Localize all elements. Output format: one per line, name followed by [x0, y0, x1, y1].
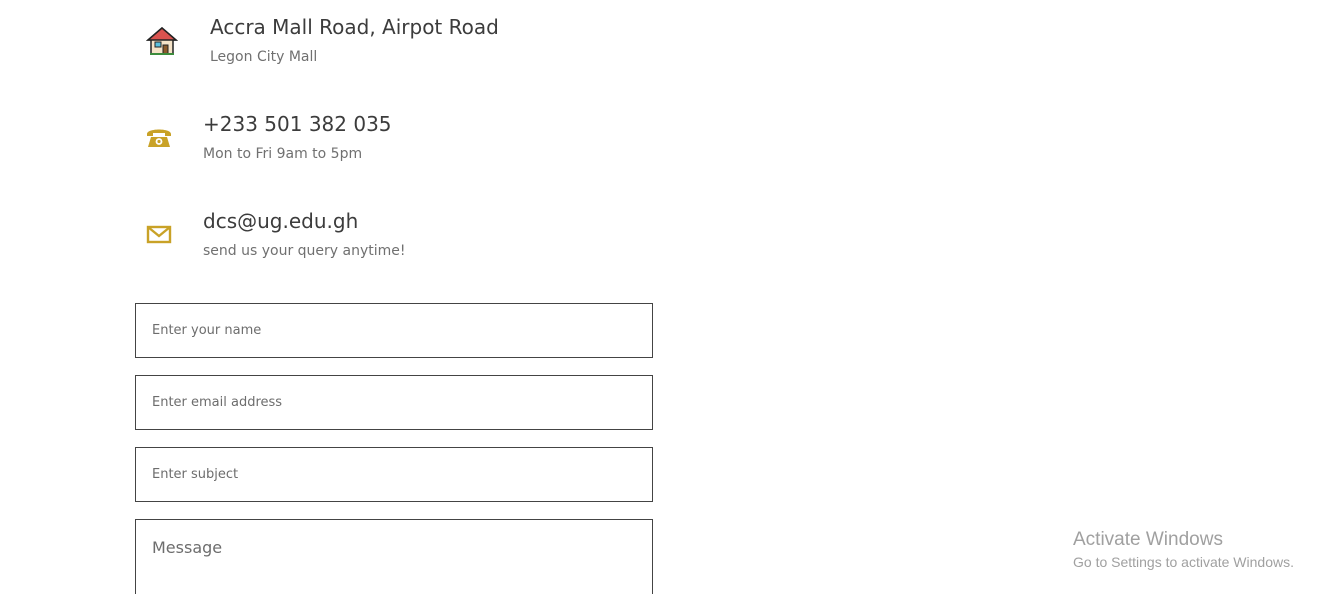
subject-input[interactable] [135, 447, 653, 502]
telephone-icon [142, 120, 176, 154]
address-subtitle: Legon City Mall [210, 49, 318, 65]
name-input[interactable] [135, 303, 653, 358]
envelope-icon [142, 217, 176, 251]
email-address[interactable]: dcs@ug.edu.gh [203, 208, 406, 234]
contact-page: Accra Mall Road, Airpot Road Legon City … [0, 0, 1326, 594]
email-note: send us your query anytime! [203, 243, 406, 259]
message-textarea[interactable] [135, 519, 653, 594]
watermark-title: Activate Windows [1073, 529, 1223, 550]
phone-hours: Mon to Fri 9am to 5pm [203, 146, 363, 162]
house-icon [145, 24, 179, 58]
watermark-subtitle: Go to Settings to activate Windows. [1073, 554, 1294, 570]
address-title: Accra Mall Road, Airpot Road [210, 15, 499, 39]
email-input[interactable] [135, 375, 653, 430]
phone-number[interactable]: +233 501 382 035 [203, 111, 392, 137]
activate-windows-watermark: Activate Windows Go to Settings to activ… [1073, 528, 1294, 572]
